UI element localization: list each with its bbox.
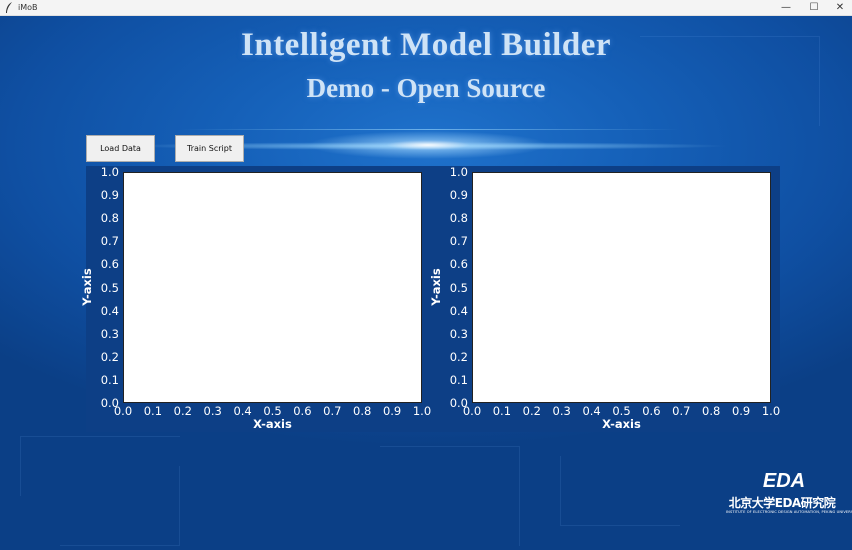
app-subtitle: Demo - Open Source	[306, 73, 546, 103]
train-script-button[interactable]: Train Script	[175, 135, 244, 162]
x-tick-label: 0.3	[552, 404, 571, 418]
x-tick-label: 0.9	[382, 404, 402, 418]
y-axis-label: Y-axis	[429, 267, 443, 306]
x-tick-label: 0.4	[233, 404, 252, 418]
feather-icon	[6, 2, 12, 13]
app-title: Intelligent Model Builder	[241, 27, 611, 63]
y-tick-label: 0.7	[100, 234, 119, 249]
x-tick-label: 0.1	[492, 404, 512, 418]
x-tick-label: 0.0	[113, 404, 133, 418]
x-tick-label: 0.3	[203, 404, 222, 418]
close-button[interactable]: ✕	[826, 0, 852, 15]
y-tick-label: 0.3	[100, 326, 119, 341]
x-tick-label: 0.1	[143, 404, 163, 418]
x-tick-label: 0.8	[702, 404, 721, 418]
x-tick-label: 0.4	[582, 404, 601, 418]
y-tick-label: 0.9	[100, 188, 119, 203]
svg-text:EDA: EDA	[763, 470, 805, 490]
x-axis-label: X-axis	[253, 417, 292, 431]
y-tick-label: 0.8	[100, 211, 119, 226]
x-tick-label: 0.6	[293, 404, 312, 418]
org-name-cn: 北京大学EDA研究院	[728, 496, 836, 510]
x-tick-label: 0.8	[353, 404, 372, 418]
plot-area-left	[123, 172, 422, 403]
plot-area-right	[472, 172, 771, 403]
load-data-button[interactable]: Load Data	[86, 135, 155, 162]
x-tick-label: 0.7	[672, 404, 691, 418]
x-tick-label: 0.7	[323, 404, 342, 418]
y-tick-label: 0.9	[449, 188, 468, 203]
x-tick-label: 0.9	[731, 404, 751, 418]
y-tick-label: 0.8	[449, 211, 468, 226]
y-tick-label: 0.3	[449, 326, 468, 341]
y-tick-label: 0.2	[100, 349, 119, 364]
x-tick-label: 0.0	[462, 404, 482, 418]
window-title: iMoB	[18, 3, 38, 12]
y-tick-label: 0.1	[100, 372, 119, 387]
x-tick-label: 0.2	[522, 404, 541, 418]
circuit-trace	[60, 466, 180, 546]
circuit-trace	[380, 446, 520, 546]
circuit-trace	[560, 456, 680, 526]
y-tick-label: 1.0	[449, 165, 468, 179]
eda-institute-logo: EDA 北京大学EDA研究院 INSTITUTE OF ELECTRONIC D…	[726, 470, 852, 518]
light-ray	[180, 129, 680, 130]
window-titlebar: iMoB — ☐ ✕	[0, 0, 852, 16]
x-tick-label: 1.0	[412, 404, 432, 418]
org-name-en: INSTITUTE OF ELECTRONIC DESIGN AUTOMATIO…	[726, 510, 852, 514]
maximize-button[interactable]: ☐	[800, 0, 828, 15]
eda-logo-mark: EDA	[763, 470, 805, 490]
plot-panel: 0.0 0.1 0.2 0.3 0.4 0.5 0.6 0.7 0.8 0.9 1.0 0.0 0.1 0…	[80, 165, 780, 432]
y-tick-label: 0.2	[449, 349, 468, 364]
y-axis-label: Y-axis	[80, 267, 94, 306]
x-tick-label: 0.6	[642, 404, 661, 418]
x-tick-label: 0.5	[612, 404, 631, 418]
x-axis-label: X-axis	[602, 417, 641, 431]
x-tick-label: 0.5	[263, 404, 282, 418]
x-tick-label: 1.0	[761, 404, 781, 418]
y-tick-label: 0.1	[449, 372, 468, 387]
minimize-button[interactable]: —	[772, 0, 800, 15]
x-tick-label: 0.2	[173, 404, 192, 418]
y-tick-label: 1.0	[100, 165, 119, 179]
y-tick-label: 0.7	[449, 234, 468, 249]
